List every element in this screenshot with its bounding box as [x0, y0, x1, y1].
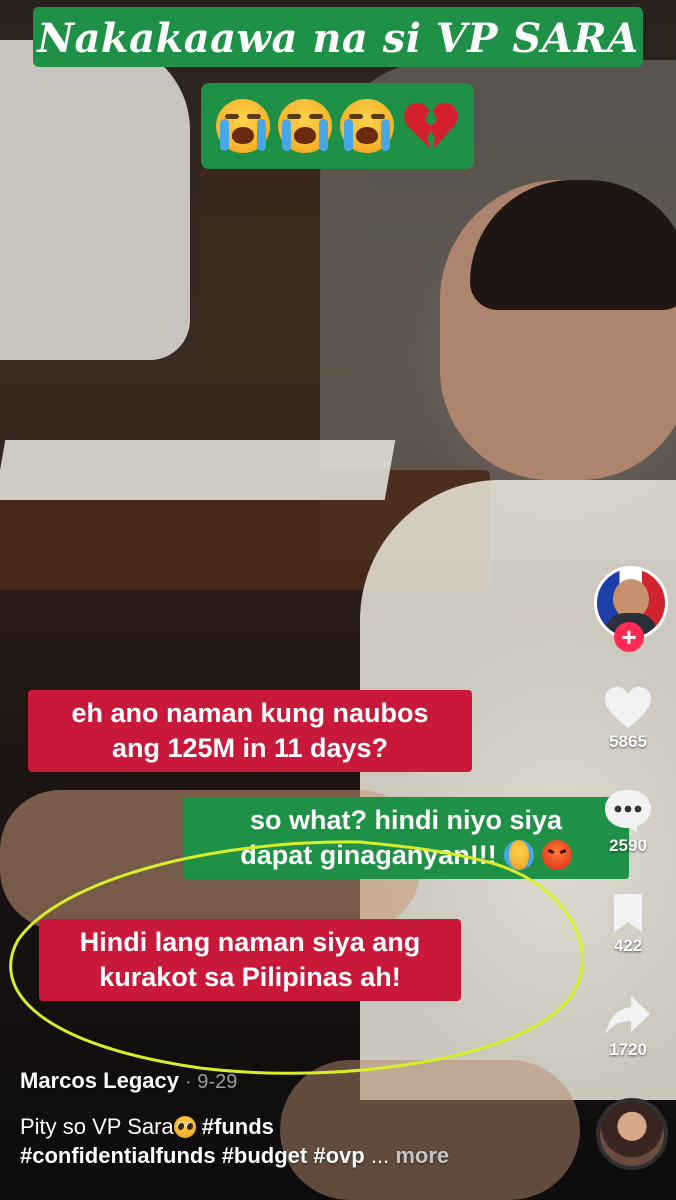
comment-count: 2590: [609, 836, 647, 855]
creator-info[interactable]: Marcos Legacy · 9-29: [20, 1068, 237, 1094]
caption-line: ang 125M in 11 days?: [111, 733, 389, 763]
hashtag[interactable]: #budget: [222, 1143, 308, 1168]
desc-line-2: #confidentialfunds #budget #ovp ... more: [20, 1141, 490, 1170]
loudly-crying-face-icon: [277, 99, 332, 153]
pleading-face-icon: [173, 1116, 196, 1138]
loudly-crying-face-icon: [339, 99, 394, 153]
save-count: 422: [613, 936, 643, 955]
caption-red-1: eh ano naman kung naubos ang 125M in 11 …: [28, 690, 472, 772]
hashtag[interactable]: #confidentialfunds: [20, 1143, 216, 1168]
broken-heart-icon: [403, 102, 458, 150]
caption-line-wrap: dapat ginaganyan!!!: [195, 838, 617, 873]
video-frame[interactable]: [0, 0, 676, 1200]
more-link[interactable]: more: [395, 1143, 449, 1168]
post-description[interactable]: Pity so VP Sara #funds #confidentialfund…: [20, 1112, 490, 1170]
like-count: 5865: [609, 732, 647, 751]
caption-red-2: Hindi lang naman siya ang kurakot sa Pil…: [39, 919, 461, 1001]
caption-line: Hindi lang naman siya ang: [79, 927, 421, 957]
comment-button[interactable]: 2590: [592, 788, 664, 856]
caption-line: dapat ginaganyan!!!: [240, 840, 497, 870]
share-arrow-icon: [606, 996, 650, 1034]
bookmark-icon: [614, 894, 642, 932]
overlay-title: Nakakaawa na si VP SARA: [37, 15, 639, 62]
desk-papers: [0, 440, 396, 500]
post-date: · 9-29: [185, 1071, 238, 1093]
share-button[interactable]: 1720: [592, 994, 664, 1060]
crying-face-icon: [504, 840, 535, 870]
caption-green: so what? hindi niyo siya dapat ginaganya…: [183, 797, 629, 879]
angry-face-icon: [541, 840, 572, 870]
overlay-title-box: Nakakaawa na si VP SARA: [33, 7, 643, 67]
loudly-crying-face-icon: [215, 99, 270, 153]
creator-name[interactable]: Marcos Legacy: [20, 1068, 179, 1093]
ellipsis: ...: [370, 1143, 390, 1168]
like-button[interactable]: 5865: [592, 686, 664, 752]
background-person-shirt: [0, 40, 190, 360]
save-button[interactable]: 422: [592, 892, 664, 956]
sound-disc-avatar[interactable]: [596, 1098, 668, 1170]
caption-line: kurakot sa Pilipinas ah!: [99, 962, 401, 992]
desc-line-1: Pity so VP Sara #funds: [20, 1112, 490, 1141]
caption-line: so what? hindi niyo siya: [249, 805, 563, 835]
caption-line: eh ano naman kung naubos: [71, 698, 429, 728]
follow-button[interactable]: +: [614, 622, 644, 652]
share-count: 1720: [609, 1040, 647, 1059]
hashtag[interactable]: #ovp: [313, 1143, 364, 1168]
heart-icon: [605, 687, 651, 728]
hashtag[interactable]: #funds: [202, 1114, 274, 1139]
desc-text: Pity so VP Sara: [20, 1114, 174, 1139]
overlay-emoji-box: [201, 83, 474, 169]
comment-icon: [605, 790, 651, 833]
